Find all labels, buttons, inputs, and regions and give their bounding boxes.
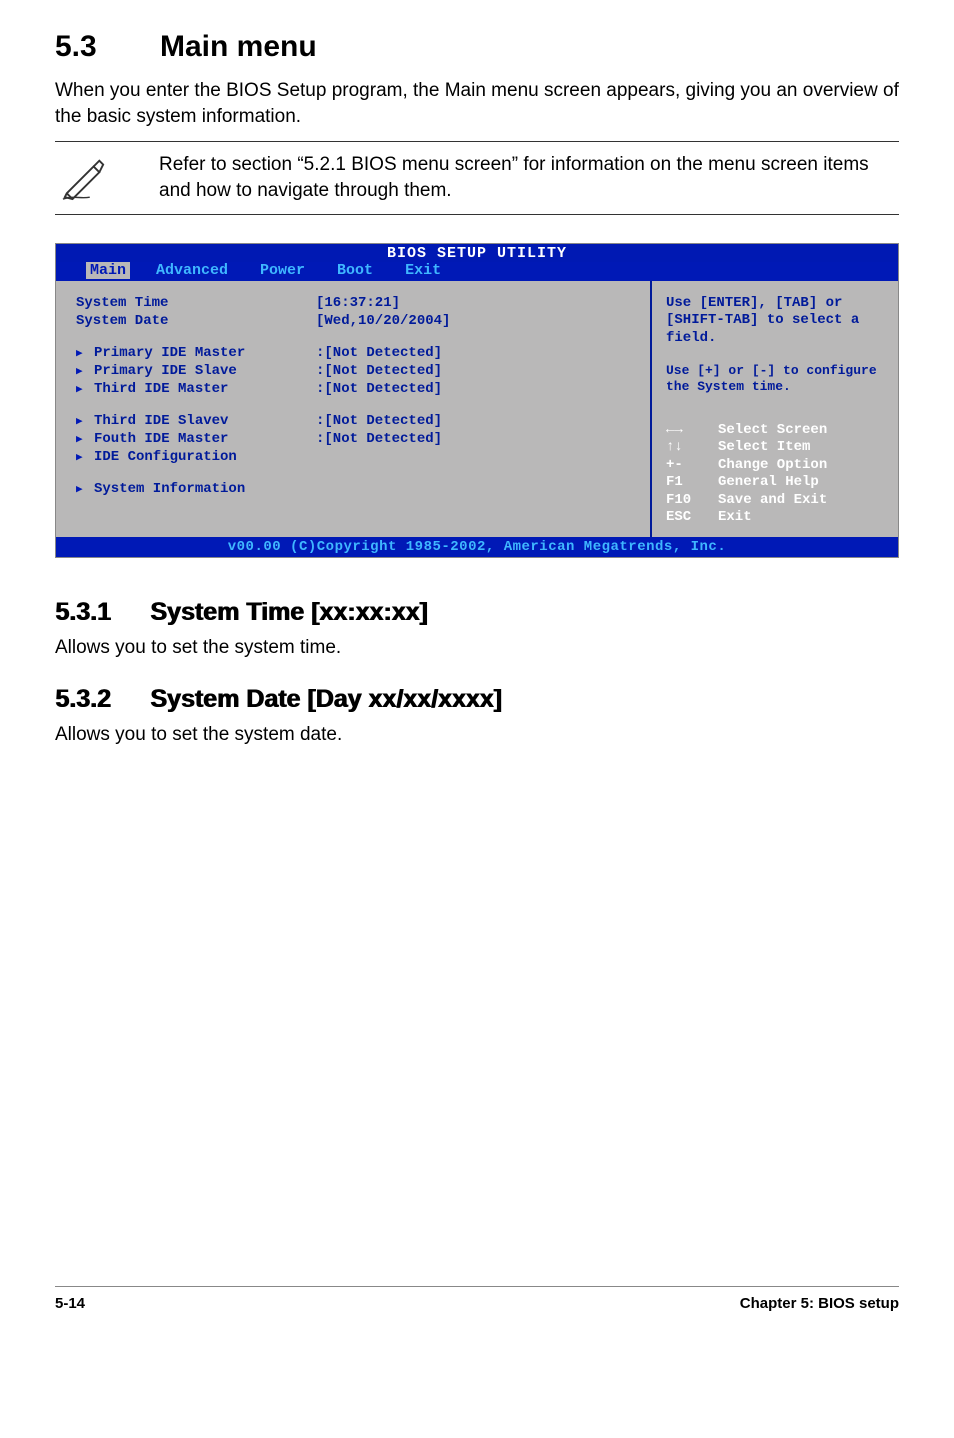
ide-label-4: ▶Fouth IDE Master (76, 431, 316, 447)
ide-label-1: ▶Primary IDE Slave (76, 363, 316, 379)
triangle-icon: ▶ (76, 432, 94, 446)
key-line: ←→Select Screen (666, 422, 888, 440)
row-ide-2[interactable]: ▶Third IDE Master :[Not Detected] (76, 381, 640, 397)
triangle-icon: ▶ (76, 414, 94, 428)
help-keys: ←→Select Screen ↑↓Select Item +-Change O… (666, 422, 888, 527)
note-text: Refer to section “5.2.1 BIOS menu screen… (159, 152, 899, 203)
bios-body: System Time [16:37:21] System Date [Wed,… (56, 281, 898, 537)
heading-title: Main menu (160, 30, 317, 63)
triangle-icon: ▶ (76, 482, 94, 496)
row-ide-3[interactable]: ▶Third IDE Slavev :[Not Detected] (76, 413, 640, 429)
ide-value-0: :[Not Detected] (316, 345, 640, 361)
section-532-title: System Date [Day xx/xx/xxxx] (150, 685, 502, 713)
key-line: F10Save and Exit (666, 492, 888, 510)
pencil-icon (61, 155, 107, 201)
key-line: ESCExit (666, 509, 888, 527)
key-line: F1General Help (666, 474, 888, 492)
section-531-text: Allows you to set the system time. (55, 637, 899, 659)
row-system-date[interactable]: System Date [Wed,10/20/2004] (76, 313, 640, 329)
section-532-number: 5.3.2 (55, 685, 150, 714)
section-532-heading: 5.3.2System Date [Day xx/xx/xxxx] (55, 685, 899, 714)
row-system-time[interactable]: System Time [16:37:21] (76, 295, 640, 311)
chapter-label: Chapter 5: BIOS setup (740, 1295, 899, 1312)
system-time-label: System Time (76, 295, 316, 311)
row-sysinfo[interactable]: ▶System Information (76, 481, 640, 497)
bios-panel: BIOS SETUP UTILITY Main Advanced Power B… (55, 243, 899, 558)
section-531-heading: 5.3.1System Time [xx:xx:xx] (55, 598, 899, 627)
intro-paragraph: When you enter the BIOS Setup program, t… (55, 78, 899, 129)
tab-exit[interactable]: Exit (399, 262, 447, 279)
row-ide-1[interactable]: ▶Primary IDE Slave :[Not Detected] (76, 363, 640, 379)
tab-main[interactable]: Main (86, 262, 130, 279)
bios-tabs: Main Advanced Power Boot Exit (56, 262, 898, 281)
ide-label-5: ▶IDE Configuration (76, 449, 316, 465)
triangle-icon: ▶ (76, 346, 94, 360)
tab-boot[interactable]: Boot (331, 262, 379, 279)
row-ide-5[interactable]: ▶IDE Configuration (76, 449, 640, 465)
section-531-title: System Time [xx:xx:xx] (150, 598, 427, 626)
page-heading: 5.3Main menu (55, 30, 899, 64)
system-date-label: System Date (76, 313, 316, 329)
system-date-value: [Wed,10/20/2004] (316, 313, 640, 329)
triangle-icon: ▶ (76, 450, 94, 464)
ide-value-3: :[Not Detected] (316, 413, 640, 429)
row-ide-0[interactable]: ▶Primary IDE Master :[Not Detected] (76, 345, 640, 361)
ide-label-0: ▶Primary IDE Master (76, 345, 316, 361)
bios-title: BIOS SETUP UTILITY (56, 244, 898, 262)
bios-help-panel: Use [ENTER], [TAB] or [SHIFT-TAB] to sel… (650, 281, 898, 537)
heading-number: 5.3 (55, 30, 160, 64)
section-532-text: Allows you to set the system date. (55, 724, 899, 746)
system-time-value: [16:37:21] (316, 295, 640, 311)
triangle-icon: ▶ (76, 364, 94, 378)
note-box: Refer to section “5.2.1 BIOS menu screen… (55, 141, 899, 214)
tab-advanced[interactable]: Advanced (150, 262, 234, 279)
help-text-1: Use [ENTER], [TAB] or [SHIFT-TAB] to sel… (666, 295, 888, 348)
sysinfo-label: ▶System Information (76, 481, 316, 497)
row-ide-4[interactable]: ▶Fouth IDE Master :[Not Detected] (76, 431, 640, 447)
page-number: 5-14 (55, 1295, 85, 1312)
bios-footer: v00.00 (C)Copyright 1985-2002, American … (56, 537, 898, 557)
section-531-number: 5.3.1 (55, 598, 150, 627)
key-line: +-Change Option (666, 457, 888, 475)
ide-label-3: ▶Third IDE Slavev (76, 413, 316, 429)
ide-value-1: :[Not Detected] (316, 363, 640, 379)
ide-value-2: :[Not Detected] (316, 381, 640, 397)
tab-power[interactable]: Power (254, 262, 311, 279)
triangle-icon: ▶ (76, 382, 94, 396)
help-text-2: Use [+] or [-] to configure the System t… (666, 363, 888, 396)
bios-left-panel: System Time [16:37:21] System Date [Wed,… (56, 281, 650, 537)
page-footer: 5-14 Chapter 5: BIOS setup (55, 1286, 899, 1312)
ide-value-4: :[Not Detected] (316, 431, 640, 447)
ide-value-5 (316, 449, 640, 465)
ide-label-2: ▶Third IDE Master (76, 381, 316, 397)
key-line: ↑↓Select Item (666, 439, 888, 457)
